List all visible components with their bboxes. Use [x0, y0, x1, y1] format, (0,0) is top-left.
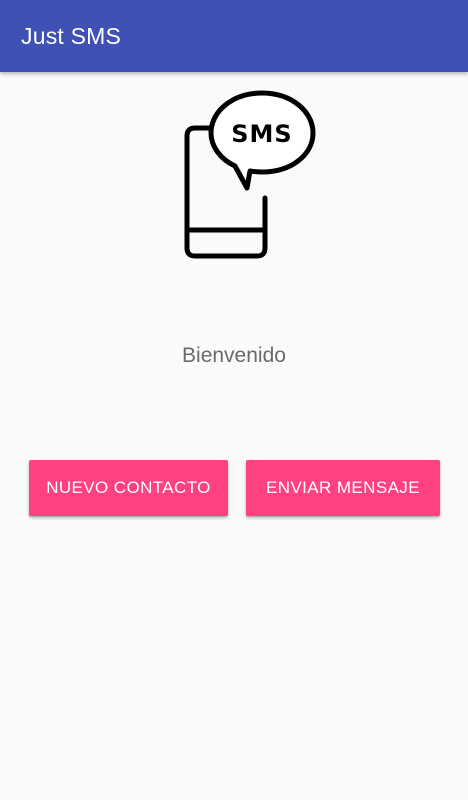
- phone-sms-icon: SMS: [184, 90, 316, 259]
- send-message-button[interactable]: ENVIAR MENSAJE: [246, 460, 440, 516]
- new-contact-button[interactable]: NUEVO CONTACTO: [29, 460, 228, 516]
- welcome-text: Bienvenido: [182, 344, 286, 367]
- app-bar: Just SMS: [0, 0, 468, 72]
- app-screen: Just SMS SMS Bienvenido NUEVO CONTACTO E…: [0, 0, 468, 800]
- bubble-text: SMS: [231, 120, 292, 148]
- app-title: Just SMS: [21, 23, 122, 49]
